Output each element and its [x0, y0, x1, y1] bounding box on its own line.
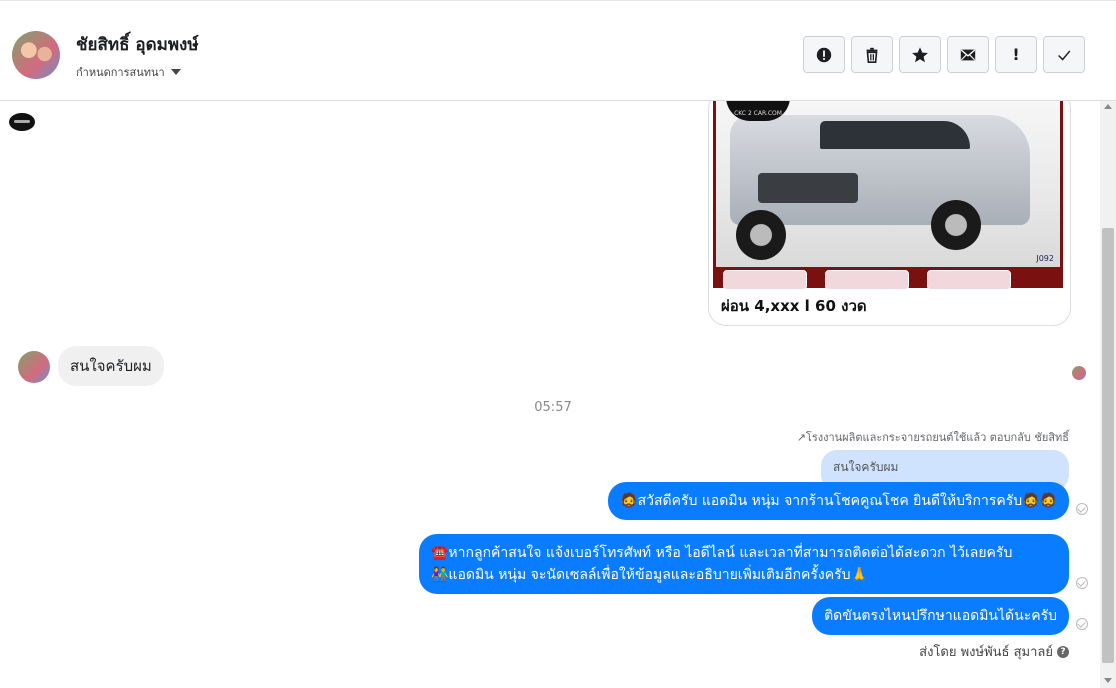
follow-up-button[interactable]: !: [995, 36, 1037, 73]
sent-check-icon: [1076, 503, 1088, 515]
image-code: J092: [1036, 254, 1054, 263]
incoming-message: สนใจครับผม: [58, 346, 164, 386]
scrollbar-thumb[interactable]: [1102, 228, 1114, 663]
product-image[interactable]: CKC 2 CAR.COM J092: [713, 101, 1063, 290]
sent-check-icon: [1076, 618, 1088, 630]
message-timestamp: 05:57: [534, 400, 572, 415]
truck-shape: [730, 115, 1030, 225]
exclamation-circle-icon: [816, 47, 832, 62]
message-thread: CKC 2 CAR.COM J092 ผ่อน 4,xxx l 60 งวด ส…: [0, 101, 1100, 688]
sent-by: ส่งโดย พงษ์พันธ์ สุมาลย์ ?: [919, 641, 1069, 662]
conversation-settings-dropdown[interactable]: กำหนดการสนทนา: [76, 63, 181, 81]
caret-down-icon: [170, 69, 181, 75]
trash-icon: [866, 47, 878, 63]
car-photo: CKC 2 CAR.COM J092: [716, 101, 1060, 267]
scroll-down-arrow-icon[interactable]: [1104, 678, 1112, 683]
sent-check-icon: [1076, 577, 1088, 589]
contact-name[interactable]: ชัยสิทธิ์ อุดมพงษ์: [76, 31, 199, 58]
outgoing-message: 🧔สวัสดีครับ แอดมิน หนุ่ม จากร้านโชคคูณโช…: [608, 482, 1069, 520]
mark-unread-button[interactable]: [947, 36, 989, 73]
wheel-front: [736, 210, 786, 260]
outgoing-message: ☎️หากลูกค้าสนใจ แจ้งเบอร์โทรศัพท์ หรือ ไ…: [419, 534, 1069, 594]
thumbnail: [723, 270, 807, 290]
star-button[interactable]: [899, 36, 941, 73]
outgoing-message: ติดขันตรงไหนปรึกษาแอดมินได้นะครับ: [812, 597, 1069, 635]
conversation-settings-label: กำหนดการสนทนา: [76, 66, 165, 79]
outgoing-message-line: ☎️หากลูกค้าสนใจ แจ้งเบอร์โทรศัพท์ หรือ ไ…: [431, 545, 1013, 561]
reply-note: ↗โรงงานผลิตและกระจายรถยนต์ใช้แล้ว ตอบกลั…: [797, 428, 1069, 446]
scroll-up-arrow-icon[interactable]: [1104, 104, 1112, 109]
reply-note-text: โรงงานผลิตและกระจายรถยนต์ใช้แล้ว ตอบกลับ…: [805, 431, 1069, 444]
truck-window: [820, 121, 970, 149]
header-actions: !: [803, 36, 1085, 73]
wheel-rear: [931, 200, 981, 250]
reply-arrow-icon: ↗: [796, 431, 806, 444]
mark-spam-button[interactable]: [803, 36, 845, 73]
delete-button[interactable]: [851, 36, 893, 73]
sent-by-text: ส่งโดย พงษ์พันธ์ สุมาลย์: [919, 645, 1053, 660]
thumbnail: [927, 270, 1011, 290]
envelope-icon: [960, 49, 976, 60]
done-button[interactable]: [1043, 36, 1085, 73]
outgoing-message-line: 👫แอดมิน หนุ่ม จะนัดเซลล์เพื่อให้ข้อมูลแล…: [431, 567, 868, 583]
seen-avatar: [1072, 366, 1086, 380]
check-icon: [1058, 49, 1071, 61]
conversation-header: ชัยสิทธิ์ อุดมพงษ์ กำหนดการสนทนา !: [0, 0, 1116, 101]
help-icon[interactable]: ?: [1057, 645, 1069, 658]
star-icon: [912, 46, 928, 62]
thumbnail: [825, 270, 909, 290]
product-card[interactable]: CKC 2 CAR.COM J092 ผ่อน 4,xxx l 60 งวด: [708, 101, 1071, 326]
truck-grille: [758, 173, 858, 203]
contact-avatar[interactable]: [12, 31, 60, 79]
chat-scrollbar[interactable]: [1100, 101, 1116, 688]
image-thumbnails: [723, 270, 1011, 290]
card-caption: ผ่อน 4,xxx l 60 งวด: [721, 297, 867, 315]
sender-avatar[interactable]: [18, 351, 50, 383]
page-logo-icon: [9, 113, 35, 131]
